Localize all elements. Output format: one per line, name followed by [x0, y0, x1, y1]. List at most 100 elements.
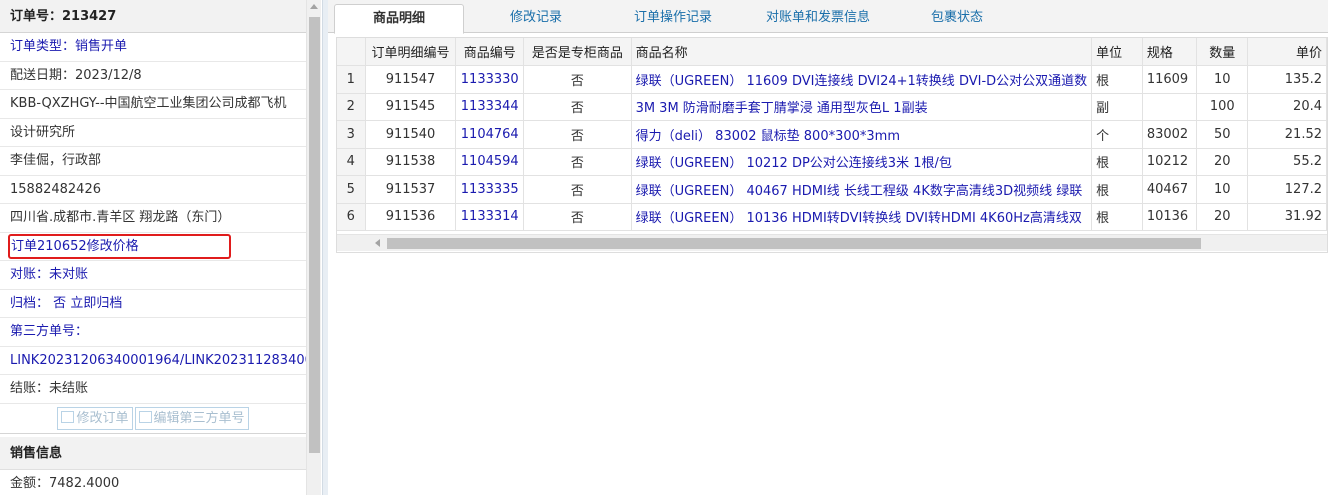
company-line-1: KBB-QXZHGY--中国航空工业集团公司成都飞机: [0, 90, 306, 119]
header-sku[interactable]: 商品编号: [455, 38, 525, 66]
third-party-label: 第三方单号：: [0, 318, 306, 347]
sales-info-title: 销售信息: [0, 436, 306, 470]
detail-id-cell: 911537: [365, 175, 457, 204]
archive-label: 归档：: [10, 295, 50, 311]
unit-price-cell: 135.2: [1247, 65, 1327, 94]
phone-number: 15882482426: [0, 176, 306, 204]
row-number-cell: 5: [337, 175, 366, 204]
header-quantity[interactable]: 数量: [1196, 38, 1249, 66]
spec-cell: 11609: [1142, 65, 1198, 94]
edit-order-button[interactable]: 修改订单: [57, 406, 133, 430]
quantity-cell: 10: [1196, 65, 1249, 94]
order-type-value: 销售开单: [75, 39, 128, 54]
header-counter-item[interactable]: 是否是专柜商品: [523, 38, 632, 66]
quantity-cell: 20: [1196, 203, 1249, 231]
order-type-row: 订单类型：销售开单: [0, 33, 306, 62]
row-number-cell: 2: [337, 93, 366, 121]
scroll-left-arrow-icon[interactable]: [375, 239, 380, 247]
sku-cell[interactable]: 1104764: [455, 120, 525, 149]
tab-order-operation-records[interactable]: 订单操作记录: [608, 4, 738, 34]
edit-icon: [138, 410, 152, 423]
scroll-up-arrow-icon[interactable]: [310, 4, 318, 9]
product-name-cell[interactable]: 绿联（UGREEN） 10136 HDMI转DVI转换线 DVI转HDMI 4K…: [631, 203, 1093, 231]
order-type-label: 订单类型：: [10, 39, 76, 54]
unit-price-cell: 21.52: [1247, 120, 1327, 149]
spec-cell: 83002: [1142, 120, 1198, 149]
table-row[interactable]: 2 911545 1133344 否 3M 3M 防滑耐磨手套丁腈掌浸 通用型灰色L 1…: [337, 93, 1327, 121]
quantity-cell: 20: [1196, 148, 1249, 176]
product-detail-grid: 订单明细编号 商品编号 是否是专柜商品 商品名称 单位 规格 数量 单价 1 91…: [336, 37, 1328, 253]
spec-cell: 10212: [1142, 148, 1198, 176]
horizontal-scrollbar-thumb[interactable]: [387, 238, 1201, 249]
header-detail-id[interactable]: 订单明细编号: [365, 38, 457, 66]
header-unit-price[interactable]: 单价: [1247, 38, 1327, 66]
sku-cell[interactable]: 1133330: [455, 65, 525, 94]
sales-amount: 金额：7482.4000: [0, 470, 306, 495]
horizontal-scrollbar[interactable]: [337, 234, 1327, 251]
spec-cell: [1142, 93, 1198, 121]
detail-id-cell: 911540: [365, 120, 457, 149]
tab-reconcile-invoice[interactable]: 对账单和发票信息: [740, 4, 896, 34]
row-number-cell: 6: [337, 203, 366, 231]
edit-price-note-link[interactable]: 订单210652修改价格: [8, 233, 231, 259]
counter-item-cell: 否: [523, 93, 632, 121]
third-party-value: LINK20231206340001964/LINK20231128340001…: [0, 347, 306, 375]
row-number-cell: 1: [337, 65, 366, 94]
order-detail-panel: 商品明细 修改记录 订单操作记录 对账单和发票信息 包裹状态 订单明细编号 商品…: [328, 0, 1328, 495]
scrollbar-thumb[interactable]: [309, 17, 320, 453]
quantity-cell: 10: [1196, 175, 1249, 204]
header-spec[interactable]: 规格: [1142, 38, 1198, 66]
tab-modify-records[interactable]: 修改记录: [478, 4, 594, 34]
unit-cell: 根: [1091, 203, 1143, 231]
header-product-name[interactable]: 商品名称: [631, 38, 1093, 66]
quantity-cell: 100: [1196, 93, 1249, 121]
product-name-cell[interactable]: 绿联（UGREEN） 11609 DVI连接线 DVI24+1转换线 DVI-D…: [631, 65, 1093, 94]
detail-id-cell: 911536: [365, 203, 457, 231]
reconcile-status: 对账：未对账: [0, 261, 306, 290]
header-row-number: [337, 38, 366, 66]
delivery-date: 配送日期：2023/12/8: [0, 62, 306, 90]
table-row[interactable]: 1 911547 1133330 否绿联（UGREEN） 11609 DVI连接线 D…: [337, 65, 1327, 94]
product-table: 订单明细编号 商品编号 是否是专柜商品 商品名称 单位 规格 数量 单价 1 91…: [337, 38, 1327, 231]
unit-cell: 根: [1091, 148, 1143, 176]
sku-cell[interactable]: 1133344: [455, 93, 525, 121]
product-name-cell[interactable]: 3M 3M 防滑耐磨手套丁腈掌浸 通用型灰色L 1副装: [631, 93, 1093, 121]
table-row[interactable]: 6 911536 1133314 否绿联（UGREEN） 10136 HDMI转DVI…: [337, 203, 1327, 231]
archive-value: 否: [53, 295, 67, 311]
tab-product-details[interactable]: 商品明细: [334, 4, 464, 34]
product-name-cell[interactable]: 得力（deli） 83002 鼠标垫 800*300*3mm: [631, 120, 1093, 149]
edit-price-row: 订单210652修改价格: [0, 233, 306, 261]
sku-cell[interactable]: 1133314: [455, 203, 525, 231]
detail-id-cell: 911538: [365, 148, 457, 176]
row-number-cell: 4: [337, 148, 366, 176]
table-row[interactable]: 4 911538 1104594 否绿联（UGREEN） 10212 DP公对公连接线…: [337, 148, 1327, 176]
company-line-2: 设计研究所: [0, 119, 306, 147]
edit-icon: [61, 410, 75, 423]
edit-third-party-button[interactable]: 编辑第三方单号: [134, 406, 249, 430]
order-number-title: 订单号：213427: [0, 0, 306, 33]
sku-cell[interactable]: 1133335: [455, 175, 525, 204]
unit-price-cell: 55.2: [1247, 148, 1327, 176]
unit-cell: 根: [1091, 65, 1143, 94]
settle-status: 结账：未结账: [0, 375, 306, 404]
table-row[interactable]: 5 911537 1133335 否绿联（UGREEN） 40467 HDMI线 长线…: [337, 175, 1327, 204]
counter-item-cell: 否: [523, 203, 632, 231]
table-header-row: 订单明细编号 商品编号 是否是专柜商品 商品名称 单位 规格 数量 单价: [337, 38, 1327, 66]
header-unit[interactable]: 单位: [1091, 38, 1143, 66]
unit-cell: 副: [1091, 93, 1143, 121]
order-info-panel: 订单号：213427 订单类型：销售开单 配送日期：2023/12/8 KBB-…: [0, 0, 306, 495]
archive-now-link[interactable]: 立即归档: [70, 296, 122, 311]
spec-cell: 10136: [1142, 203, 1198, 231]
product-name-cell[interactable]: 绿联（UGREEN） 40467 HDMI线 长线工程级 4K数字高清线3D视频…: [631, 175, 1093, 204]
spec-cell: 40467: [1142, 175, 1198, 204]
product-name-cell[interactable]: 绿联（UGREEN） 10212 DP公对公连接线3米 1根/包: [631, 148, 1093, 176]
tab-package-status[interactable]: 包裹状态: [902, 4, 1012, 34]
counter-item-cell: 否: [523, 65, 632, 94]
edit-order-label: 修改订单: [76, 410, 129, 426]
row-number-cell: 3: [337, 120, 366, 149]
unit-price-cell: 20.4: [1247, 93, 1327, 121]
archive-row: 归档： 否 立即归档: [0, 290, 306, 318]
left-panel-scrollbar[interactable]: [306, 0, 321, 495]
table-row[interactable]: 3 911540 1104764 否得力（deli） 83002 鼠标垫 800*30…: [337, 120, 1327, 149]
sku-cell[interactable]: 1104594: [455, 148, 525, 176]
